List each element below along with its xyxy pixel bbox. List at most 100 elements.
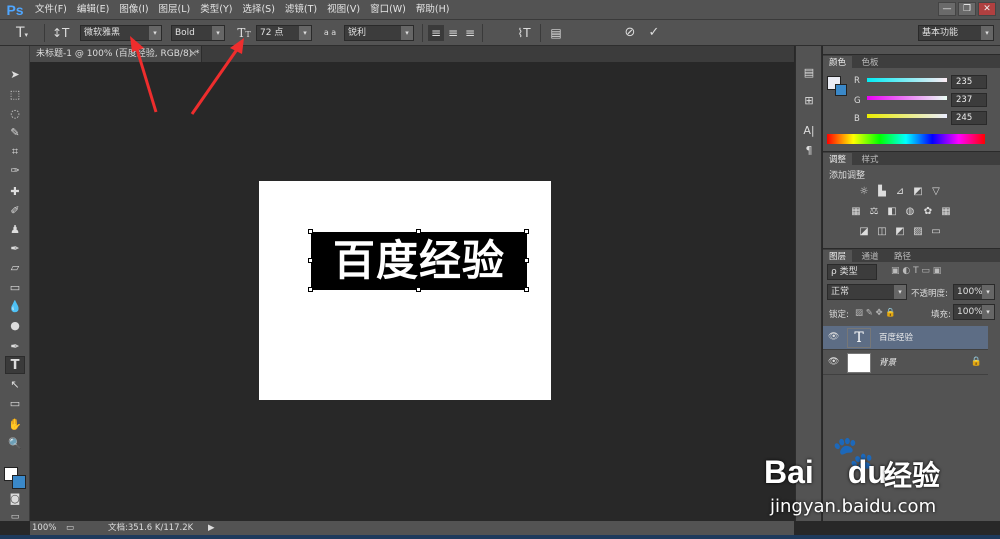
gradient-tool-icon[interactable]: ▭ <box>5 279 25 297</box>
transform-handle[interactable] <box>524 229 529 234</box>
threshold-icon[interactable]: ◩ <box>893 226 907 238</box>
shape-tool-icon[interactable]: ▭ <box>5 395 25 413</box>
history-brush-tool-icon[interactable]: ✒ <box>5 240 25 258</box>
stamp-tool-icon[interactable]: ♟ <box>5 221 25 239</box>
quick-mask-icon[interactable]: ◙ <box>5 490 25 508</box>
gradient-map-icon[interactable]: ▭ <box>929 226 943 238</box>
layer-row[interactable]: 👁 背景 🔒 <box>823 351 988 375</box>
paragraph-panel-icon[interactable]: ¶ <box>800 142 818 160</box>
zoom-tool-icon[interactable]: 🔍 <box>5 435 25 453</box>
opacity-input[interactable]: 100% ▾ <box>953 284 995 300</box>
minimize-button[interactable]: — <box>938 2 956 16</box>
tab-paths[interactable]: 路径 <box>888 250 917 264</box>
blend-mode-select[interactable]: 正常 ▾ <box>827 284 907 300</box>
tab-layers[interactable]: 图层 <box>823 250 853 264</box>
text-layer-content[interactable]: 百度经验 <box>311 232 527 290</box>
lasso-tool-icon[interactable]: ◌ <box>5 105 25 123</box>
menu-view[interactable]: 视图(V) <box>322 0 365 20</box>
workspace-select[interactable]: 基本功能 ▾ <box>918 25 994 41</box>
close-window-button[interactable]: ✕ <box>978 2 996 16</box>
cancel-edit-icon[interactable]: ⊘ <box>622 25 638 41</box>
menu-window[interactable]: 窗口(W) <box>365 0 411 20</box>
quick-select-tool-icon[interactable]: ✎ <box>5 124 25 142</box>
zoom-level[interactable]: 100% <box>32 521 56 535</box>
brightness-icon[interactable]: ☼ <box>857 186 871 198</box>
transform-handle[interactable] <box>416 287 421 292</box>
hand-tool-icon[interactable]: ✋ <box>5 416 25 434</box>
levels-icon[interactable]: ▙ <box>875 186 889 198</box>
menu-file[interactable]: 文件(F) <box>30 0 72 20</box>
properties-panel-icon[interactable]: ⊞ <box>800 92 818 110</box>
text-orientation-icon[interactable]: ↕T <box>52 25 69 41</box>
selective-color-icon[interactable]: ▨ <box>911 226 925 238</box>
curves-icon[interactable]: ⊿ <box>893 186 907 198</box>
eye-icon[interactable]: 👁 <box>828 357 839 367</box>
align-center-icon[interactable]: ≡ <box>445 25 461 41</box>
color-lookup-icon[interactable]: ▦ <box>939 206 953 218</box>
type-tool-preset-icon[interactable]: T▾ <box>14 25 30 41</box>
g-slider[interactable] <box>867 96 947 100</box>
color-spectrum[interactable] <box>827 134 985 144</box>
path-select-tool-icon[interactable]: ↖ <box>5 376 25 394</box>
tab-styles[interactable]: 样式 <box>856 153 885 167</box>
layer-filter-select[interactable]: ρ 类型 <box>827 264 877 280</box>
b-slider[interactable] <box>867 114 947 118</box>
background-color-swatch[interactable] <box>12 475 26 489</box>
crop-tool-icon[interactable]: ⌗ <box>5 143 25 161</box>
r-value[interactable]: 235 <box>951 75 987 89</box>
exposure-icon[interactable]: ◩ <box>911 186 925 198</box>
font-size-select[interactable]: 72 点 ▾ <box>256 25 312 41</box>
photo-filter-icon[interactable]: ◍ <box>903 206 917 218</box>
invert-icon[interactable]: ◪ <box>857 226 871 238</box>
eyedropper-tool-icon[interactable]: ✑ <box>5 162 25 180</box>
transform-handle[interactable] <box>524 258 529 263</box>
lock-icons[interactable]: ▨ ✎ ✥ 🔒 <box>855 308 896 318</box>
character-panel-icon[interactable]: A| <box>800 122 818 140</box>
transform-handle[interactable] <box>308 287 313 292</box>
restore-button[interactable]: ❐ <box>958 2 976 16</box>
menu-select[interactable]: 选择(S) <box>237 0 279 20</box>
transform-handle[interactable] <box>308 258 313 263</box>
type-tool-icon[interactable]: T <box>5 356 25 374</box>
eye-icon[interactable]: 👁 <box>828 332 839 342</box>
menu-help[interactable]: 帮助(H) <box>411 0 455 20</box>
menu-filter[interactable]: 滤镜(T) <box>280 0 322 20</box>
layer-row[interactable]: 👁 T 百度经验 <box>823 326 988 350</box>
color-bg-swatch[interactable] <box>835 84 847 96</box>
tab-channels[interactable]: 通道 <box>856 250 885 264</box>
tab-color[interactable]: 颜色 <box>823 56 853 70</box>
transform-handle[interactable] <box>308 229 313 234</box>
vibrance-icon[interactable]: ▽ <box>929 186 943 198</box>
brush-tool-icon[interactable]: ✐ <box>5 202 25 220</box>
antialias-select[interactable]: 锐利 ▾ <box>344 25 414 41</box>
b-value[interactable]: 245 <box>951 111 987 125</box>
g-value[interactable]: 237 <box>951 93 987 107</box>
eraser-tool-icon[interactable]: ▱ <box>5 259 25 277</box>
screen-mode-icon[interactable]: ▭ <box>5 508 25 526</box>
blur-tool-icon[interactable]: 💧 <box>5 298 25 316</box>
menu-image[interactable]: 图像(I) <box>114 0 153 20</box>
character-panel-icon[interactable]: ▤ <box>548 25 564 41</box>
tab-swatches[interactable]: 色板 <box>856 56 885 70</box>
align-right-icon[interactable]: ≡ <box>462 25 478 41</box>
dodge-tool-icon[interactable]: ● <box>5 317 25 335</box>
menu-layer[interactable]: 图层(L) <box>154 0 196 20</box>
r-slider[interactable] <box>867 78 947 82</box>
menu-edit[interactable]: 编辑(E) <box>72 0 114 20</box>
document-canvas[interactable] <box>259 181 551 400</box>
channel-mixer-icon[interactable]: ✿ <box>921 206 935 218</box>
posterize-icon[interactable]: ◫ <box>875 226 889 238</box>
hue-saturation-icon[interactable]: ▦ <box>849 206 863 218</box>
commit-edit-icon[interactable]: ✓ <box>646 25 662 41</box>
tab-adjustments[interactable]: 调整 <box>823 153 853 167</box>
marquee-tool-icon[interactable]: ⬚ <box>5 86 25 104</box>
fill-input[interactable]: 100% ▾ <box>953 304 995 320</box>
color-balance-icon[interactable]: ⚖ <box>867 206 881 218</box>
status-menu-arrow-icon[interactable]: ▶ <box>208 521 215 535</box>
transform-handle[interactable] <box>524 287 529 292</box>
pen-tool-icon[interactable]: ✒ <box>5 338 25 356</box>
move-tool-icon[interactable]: ➤ <box>5 66 25 84</box>
menu-type[interactable]: 类型(Y) <box>195 0 237 20</box>
align-left-icon[interactable]: ≡ <box>428 25 444 41</box>
history-panel-icon[interactable]: ▤ <box>800 64 818 82</box>
